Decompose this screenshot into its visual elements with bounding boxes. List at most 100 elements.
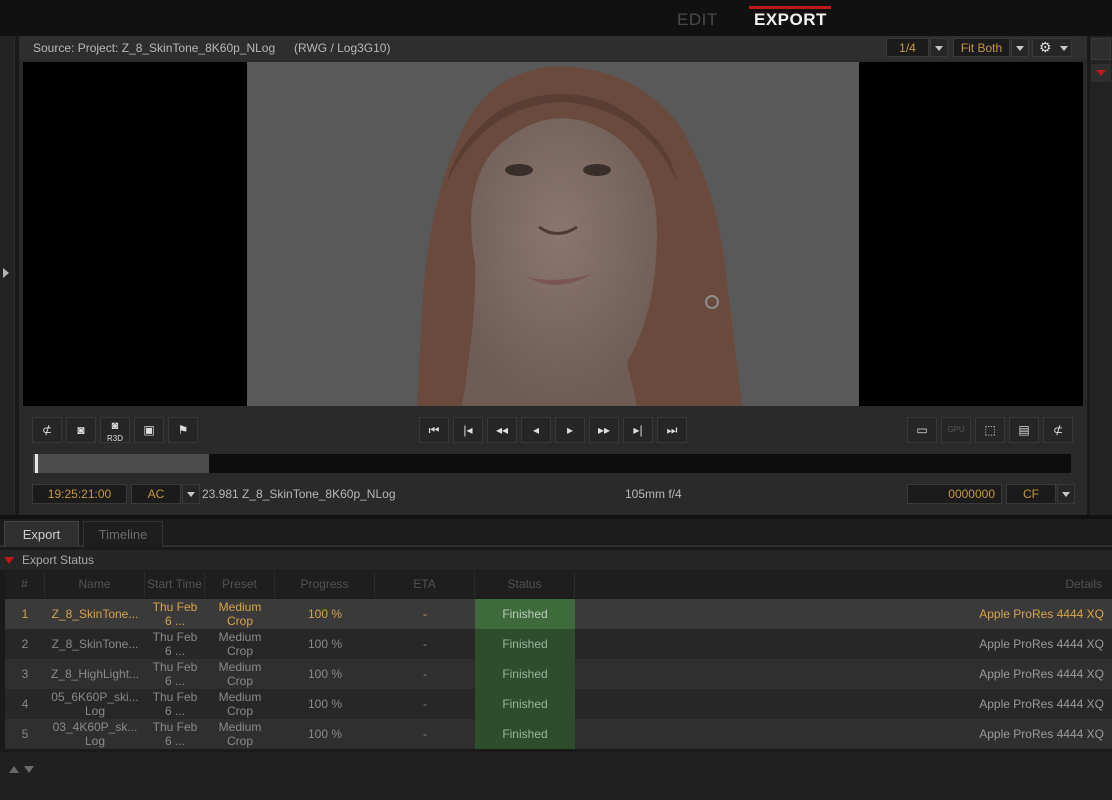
row-preset: Medium Crop	[205, 599, 275, 629]
row-name-line2: Log	[84, 704, 106, 718]
chevron-down-icon	[1060, 46, 1068, 51]
column-status[interactable]: Status	[475, 571, 575, 598]
export-status-header[interactable]: Export Status	[0, 550, 1112, 570]
row-start-date: Thu Feb	[152, 630, 198, 644]
colorspace-label: (RWG / Log3G10)	[294, 41, 391, 55]
column-eta[interactable]: ETA	[375, 571, 475, 598]
timecode-display[interactable]: 19:25:21:00	[32, 484, 127, 504]
column-details[interactable]: Details	[575, 571, 1112, 598]
rewind-button[interactable]: ◂◂	[487, 417, 517, 443]
next-frame-icon: ▸|	[633, 423, 643, 437]
gpu-button[interactable]: GPU	[941, 417, 971, 443]
move-down-icon[interactable]	[24, 766, 34, 773]
row-preset: Medium Crop	[205, 629, 275, 659]
next-frame-button[interactable]: ▸|	[623, 417, 653, 443]
gear-icon: ⚙	[1039, 39, 1052, 55]
collapse-section-icon[interactable]	[4, 557, 14, 564]
lens-info: 105mm f/4	[625, 487, 682, 501]
fit-mode-dropdown[interactable]	[1011, 38, 1029, 57]
tab-export-queue[interactable]: Export	[4, 521, 79, 547]
flag-button[interactable]: ⚑	[168, 417, 198, 443]
safe-area-button[interactable]: ⬚	[975, 417, 1005, 443]
row-preset-line2: Crop	[226, 734, 253, 748]
column-preset[interactable]: Preset	[205, 571, 275, 598]
film-strip-button[interactable]: ▤	[1009, 417, 1039, 443]
frame-mode-dropdown[interactable]	[1057, 484, 1075, 504]
resolution-select[interactable]: 1/4	[886, 38, 929, 57]
flag-icon: ⚑	[177, 423, 189, 437]
row-preset-line2: Crop	[226, 614, 253, 628]
row-details: Apple ProRes 4444 XQ	[979, 697, 1104, 711]
fit-mode-select[interactable]: Fit Both	[953, 38, 1010, 57]
row-start-more: 6 ...	[164, 734, 185, 748]
step-back-button[interactable]: ◂	[521, 417, 551, 443]
row-preset-line1: Medium	[218, 660, 262, 674]
step-back-icon: ◂	[532, 423, 540, 437]
play-button[interactable]: ▸	[555, 417, 585, 443]
tab-timeline[interactable]: Timeline	[83, 521, 163, 547]
move-up-icon[interactable]	[9, 766, 19, 773]
row-start-time: Thu Feb 6 ...	[145, 719, 205, 749]
r3d-snapshot-button[interactable]: ◙ R3D	[100, 417, 130, 443]
table-row[interactable]: 2 Z_8_SkinTone... Thu Feb 6 ... Medium Cro…	[5, 629, 1112, 659]
mode-bar: EDIT EXPORT	[0, 0, 1112, 36]
viewer-settings-button[interactable]: ⚙	[1032, 38, 1072, 57]
overlay-toggle-button[interactable]: ⊄	[1043, 417, 1073, 443]
status-badge: Finished	[475, 659, 575, 689]
right-panel-button[interactable]	[1091, 38, 1111, 60]
left-panel-strip	[0, 36, 15, 516]
previous-frame-button[interactable]: |◂	[453, 417, 483, 443]
row-start-date: Thu Feb	[152, 660, 198, 674]
row-num: 2	[21, 637, 29, 651]
row-progress: 100 %	[307, 697, 343, 711]
go-to-start-button[interactable]: ⏮	[419, 417, 449, 443]
row-name-line1: 03_4K60P_sk...	[52, 720, 138, 734]
monitor-icon: ▭	[916, 423, 928, 437]
go-to-end-icon: ⏭	[666, 423, 678, 437]
frame-mode-select[interactable]: CF	[1006, 484, 1056, 504]
timeline-scrubber[interactable]	[33, 454, 1071, 473]
chevron-down-icon	[187, 492, 195, 497]
table-row[interactable]: 5 03_4K60P_sk... Log Thu Feb 6 ... Medium C…	[5, 719, 1112, 749]
expand-panel-icon[interactable]	[3, 268, 9, 278]
export-status-title: Export Status	[22, 553, 95, 567]
collapse-arrow-icon[interactable]	[1091, 64, 1111, 82]
row-start-more: 6 ...	[164, 644, 185, 658]
video-canvas[interactable]	[23, 62, 1083, 406]
table-row[interactable]: 3 Z_8_HighLight... Thu Feb 6 ... Medium Cr…	[5, 659, 1112, 689]
column-name[interactable]: Name	[45, 571, 145, 598]
row-preset-line1: Medium	[218, 690, 262, 704]
frame-counter[interactable]: 0000000	[907, 484, 1002, 504]
viewer-header: Source: Project: Z_8_SkinTone_8K60p_NLog…	[19, 36, 1087, 60]
column-start-time[interactable]: Start Time	[145, 571, 205, 598]
film-strip-icon: ▤	[1018, 423, 1030, 437]
row-start-more: 6 ...	[164, 614, 185, 628]
tab-edit[interactable]: EDIT	[677, 10, 718, 30]
no-overlay-icon: ⊄	[41, 423, 53, 437]
row-start-time: Thu Feb 6 ...	[145, 689, 205, 719]
table-row[interactable]: 4 05_6K60P_ski... Log Thu Feb 6 ... Medium…	[5, 689, 1112, 719]
go-to-end-button[interactable]: ⏭	[657, 417, 687, 443]
column-num[interactable]: #	[5, 571, 45, 598]
timecode-mode-select[interactable]: AC	[131, 484, 181, 504]
timecode-mode-dropdown[interactable]	[182, 484, 200, 504]
table-row[interactable]: 1 Z_8_SkinTone... Thu Feb 6 ... Medium Cro…	[5, 599, 1112, 629]
safe-area-icon: ⬚	[984, 423, 996, 437]
row-num: 4	[21, 697, 29, 711]
snapshot-button[interactable]: ◙	[66, 417, 96, 443]
row-progress: 100 %	[307, 607, 343, 621]
no-overlay-icon: ⊄	[1052, 423, 1064, 437]
monitor-button[interactable]: ▭	[907, 417, 937, 443]
resolution-dropdown[interactable]	[930, 38, 948, 57]
play-icon: ▸	[566, 423, 574, 437]
playhead[interactable]	[35, 454, 38, 473]
column-progress[interactable]: Progress	[275, 571, 375, 598]
preview-button[interactable]: ▣	[134, 417, 164, 443]
row-preset-line1: Medium	[218, 600, 262, 614]
r3d-label: R3D	[106, 434, 123, 443]
row-details: Apple ProRes 4444 XQ	[979, 607, 1104, 621]
row-details: Apple ProRes 4444 XQ	[979, 727, 1104, 741]
fast-forward-button[interactable]: ▸▸	[589, 417, 619, 443]
tab-export[interactable]: EXPORT	[754, 10, 827, 30]
no-overlay-button[interactable]: ⊄	[32, 417, 62, 443]
